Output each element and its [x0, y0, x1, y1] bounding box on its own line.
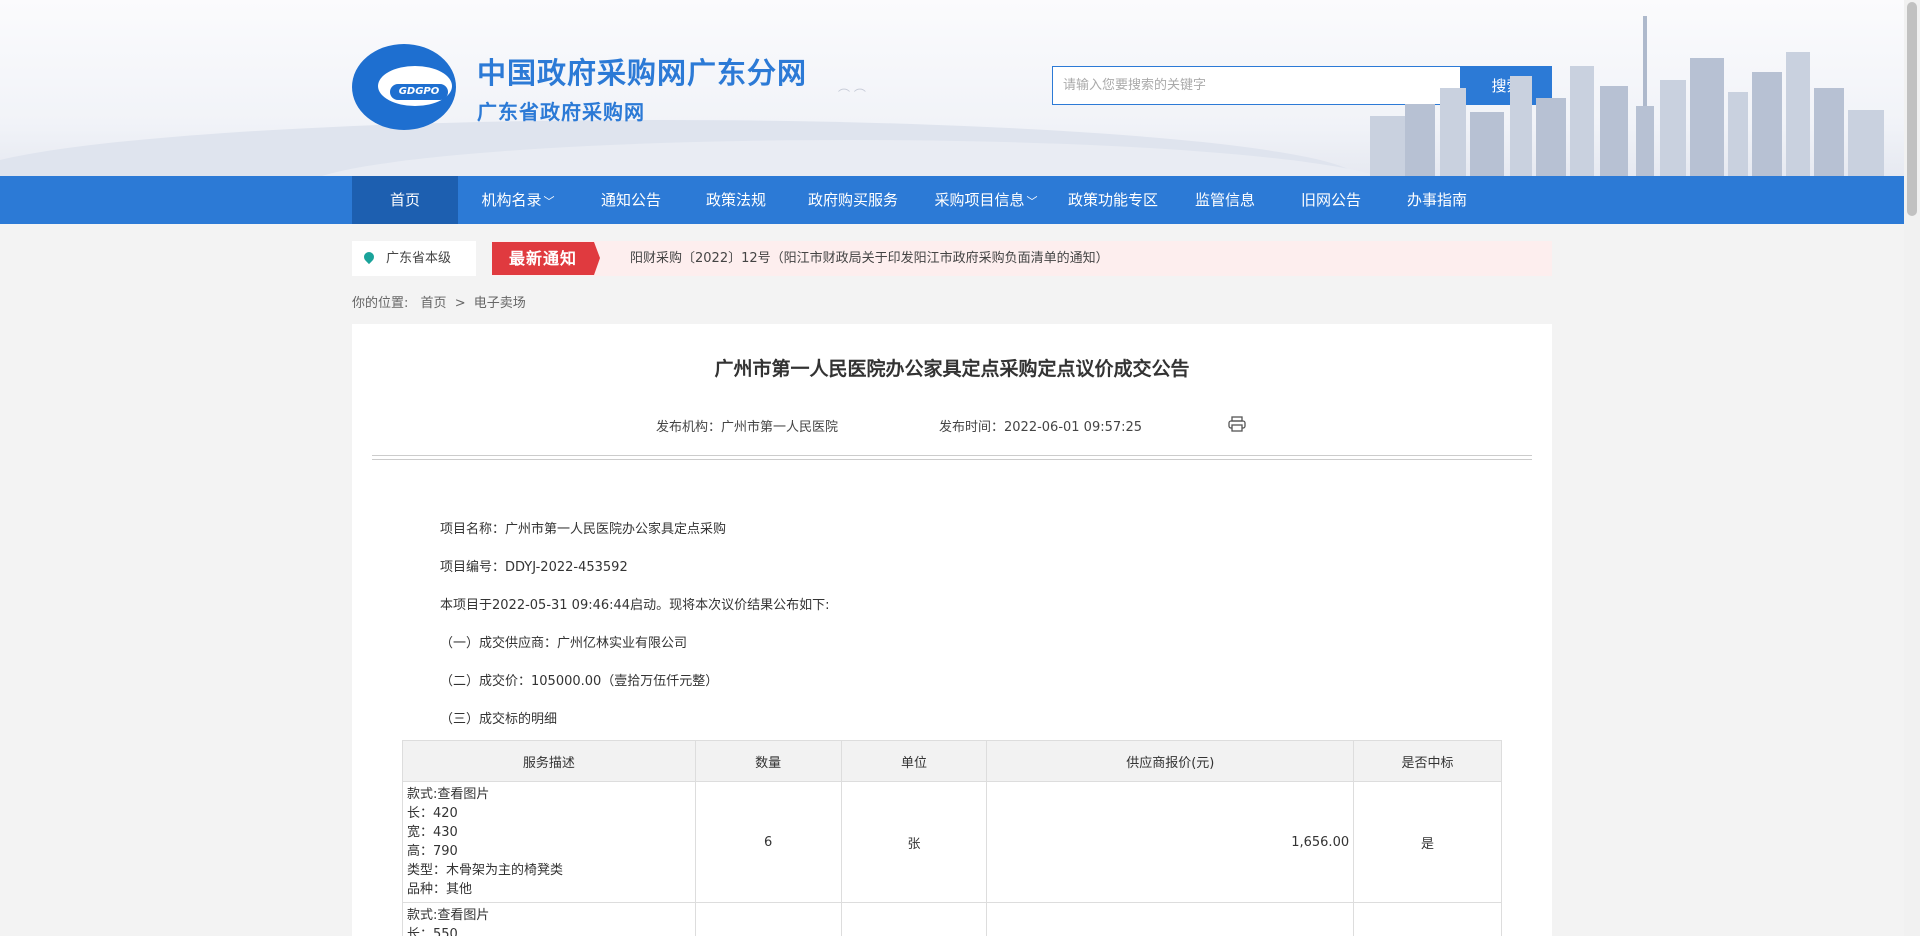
breadcrumb: 你的位置: 首页 > 电子卖场: [352, 292, 526, 311]
spec-style-link[interactable]: 款式:查看图片: [407, 785, 691, 804]
article-publish-time: 发布时间：2022-06-01 09:57:25: [939, 420, 1143, 435]
spec-line: 类型：木骨架为主的椅凳类: [407, 863, 564, 878]
spec-line: 长：420: [407, 806, 458, 821]
project-code: 项目编号：DDYJ-2022-453592: [440, 560, 628, 575]
project-name: 项目名称：广州市第一人民医院办公家具定点采购: [440, 522, 727, 537]
column-header: 数量: [694, 740, 842, 782]
price-cell: 1,656.00: [986, 781, 1355, 903]
nav-item-label: 采购项目信息: [934, 191, 1025, 209]
service-description-cell: 款式:查看图片 长：550: [402, 902, 696, 936]
site-header: GDGPO 中国政府采购网广东分网 广东省政府采购网 ⌒ ⌒ 搜索: [0, 0, 1904, 176]
winning-supplier: （一）成交供应商：广州亿林实业有限公司: [440, 636, 688, 651]
city-skyline-illustration: [1360, 16, 1900, 176]
divider: [372, 459, 1532, 460]
project-start: 本项目于2022-05-31 09:46:44启动。现将本次议价结果公布如下:: [440, 598, 830, 613]
breadcrumb-current[interactable]: 电子卖场: [474, 296, 526, 311]
nav-item-project-info[interactable]: 采购项目信息 ﹀: [918, 176, 1054, 224]
nav-item-supervision[interactable]: 监管信息: [1172, 176, 1278, 224]
breadcrumb-prefix: 你的位置:: [352, 296, 409, 311]
breadcrumb-home-link[interactable]: 首页: [421, 296, 447, 311]
table-row: 款式:查看图片 长：420 宽：430 高：790 类型：木骨架为主的椅凳类 品…: [402, 781, 1502, 903]
chevron-down-icon: ﹀: [1026, 195, 1038, 208]
price-cell: [986, 902, 1355, 936]
breadcrumb-separator: >: [454, 296, 466, 311]
nav-item-policy-zone[interactable]: 政策功能专区: [1054, 176, 1172, 224]
unit-cell: [840, 902, 988, 936]
main-navigation: 首页 机构名录 ﹀ 通知公告 政策法规 政府购买服务 采购项目信息 ﹀ 政策功能专区…: [0, 176, 1904, 224]
spec-line: 长：550: [407, 927, 458, 936]
spec-line: 品种：其他: [407, 882, 473, 897]
site-subtitle: 广东省政府采购网: [477, 100, 645, 124]
spec-line: 高：790: [407, 844, 458, 859]
unit-cell: 张: [840, 781, 988, 903]
winning-price: （二）成交价：105000.00（壹拾万伍仟元整）: [440, 674, 719, 689]
region-selector[interactable]: 广东省本级: [352, 241, 476, 276]
nav-item-service-purchase[interactable]: 政府购买服务: [788, 176, 918, 224]
notice-ticker: 最新通知 阳财采购〔2022〕12号（阳江市财政局关于印发阳江市政府采购负面清单…: [492, 241, 1552, 276]
nav-item-guide[interactable]: 办事指南: [1384, 176, 1490, 224]
article-title: 广州市第一人民医院办公家具定点采购定点议价成交公告: [714, 358, 1190, 380]
column-header: 单位: [840, 740, 988, 782]
table-row: 款式:查看图片 长：550: [402, 902, 1502, 936]
nav-item-notices[interactable]: 通知公告: [578, 176, 684, 224]
won-cell: [1353, 902, 1502, 936]
quantity-cell: [694, 902, 842, 936]
table-header-row: 服务描述 数量 单位 供应商报价(元) 是否中标: [402, 740, 1502, 782]
logo-badge-text: GDGPO: [390, 84, 448, 100]
won-cell: 是: [1353, 781, 1502, 903]
article-card: 广州市第一人民医院办公家具定点采购定点议价成交公告 发布机构：广州市第一人民医院…: [352, 324, 1552, 936]
print-icon[interactable]: [1228, 416, 1246, 432]
site-title: 中国政府采购网广东分网: [477, 56, 808, 90]
birds-decoration-icon: ⌒ ⌒: [838, 88, 866, 102]
item-detail-heading: （三）成交标的明细: [440, 712, 558, 727]
award-detail-table: 服务描述 数量 单位 供应商报价(元) 是否中标 款式:查看图片 长：420 宽…: [402, 740, 1502, 936]
nav-item-directory[interactable]: 机构名录 ﹀: [458, 176, 578, 224]
region-label: 广东省本级: [386, 251, 452, 266]
nav-item-old-notices[interactable]: 旧网公告: [1278, 176, 1384, 224]
nav-item-policies[interactable]: 政策法规: [684, 176, 788, 224]
logo-emblem-icon: GDGPO: [352, 44, 456, 130]
notice-link[interactable]: 阳财采购〔2022〕12号（阳江市财政局关于印发阳江市政府采购负面清单的通知）: [630, 241, 1109, 276]
article-publisher: 发布机构：广州市第一人民医院: [656, 420, 839, 435]
spec-style-link[interactable]: 款式:查看图片: [407, 906, 691, 925]
quantity-cell: 6: [694, 781, 842, 903]
nav-item-label: 机构名录: [481, 191, 542, 209]
scrollbar-thumb[interactable]: [1907, 2, 1917, 216]
column-header: 服务描述: [402, 740, 696, 782]
location-pin-icon: [361, 249, 377, 265]
chevron-down-icon: ﹀: [543, 195, 555, 208]
spec-line: 宽：430: [407, 825, 458, 840]
page-scrollbar[interactable]: [1904, 0, 1920, 936]
nav-item-home[interactable]: 首页: [352, 176, 458, 224]
service-description-cell: 款式:查看图片 长：420 宽：430 高：790 类型：木骨架为主的椅凳类 品…: [402, 781, 696, 903]
divider: [372, 455, 1532, 456]
site-logo[interactable]: GDGPO 中国政府采购网广东分网 广东省政府采购网: [352, 42, 832, 132]
latest-notice-badge: 最新通知: [492, 242, 600, 275]
column-header: 供应商报价(元): [986, 740, 1355, 782]
column-header: 是否中标: [1353, 740, 1502, 782]
